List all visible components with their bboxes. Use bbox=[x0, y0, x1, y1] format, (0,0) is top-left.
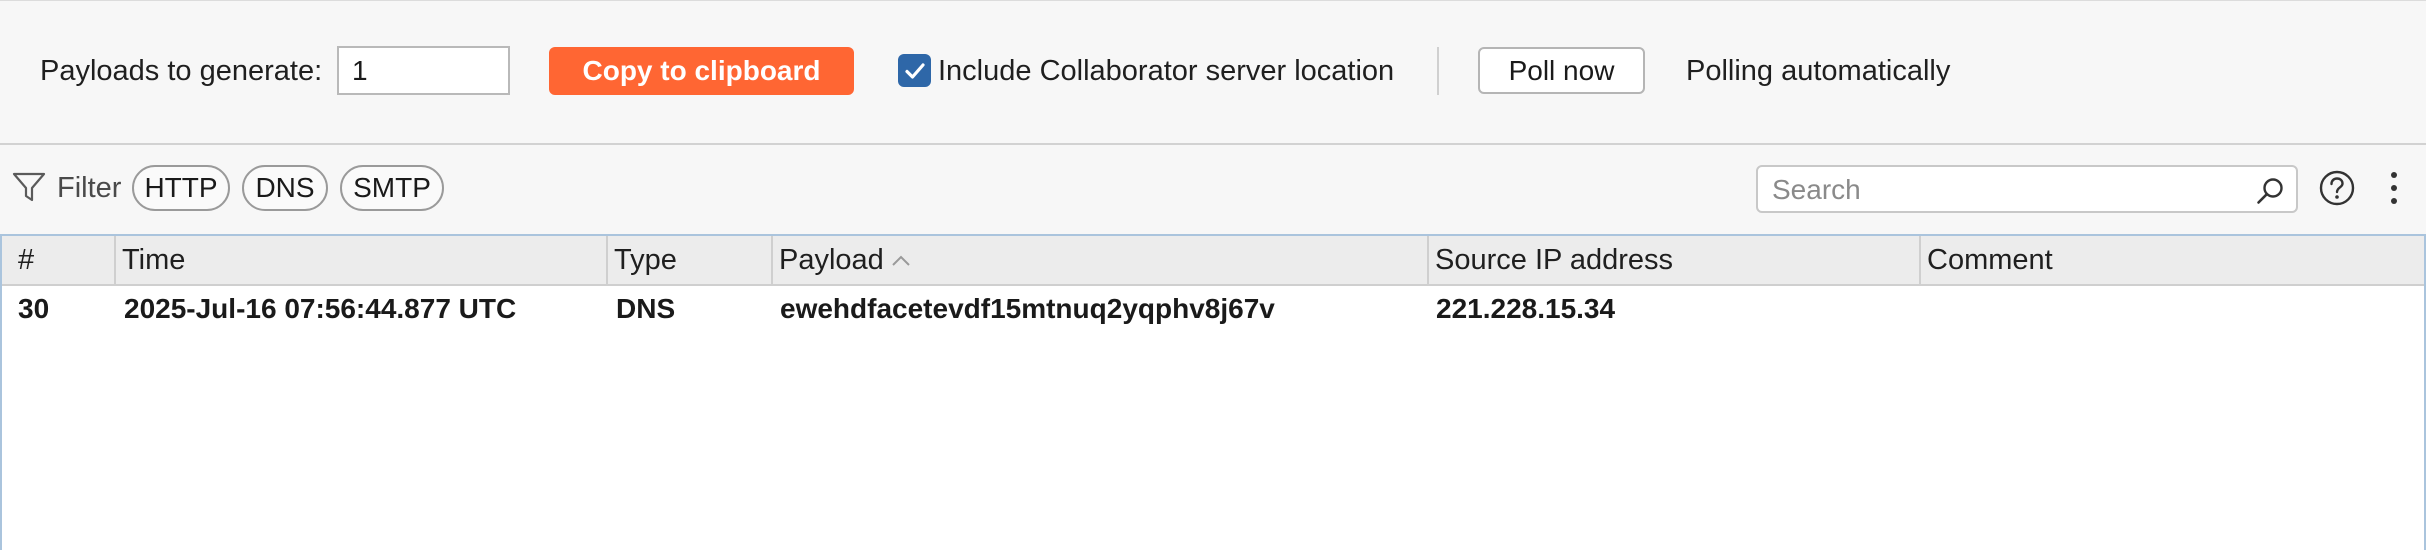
cell-number: 30 bbox=[18, 293, 50, 324]
column-header-number[interactable]: # bbox=[2, 236, 116, 284]
search-input[interactable] bbox=[1772, 172, 2242, 208]
cell-source-ip: 221.228.15.34 bbox=[1436, 293, 1616, 324]
cell-time: 2025-Jul-16 07:56:44.877 UTC bbox=[124, 293, 517, 324]
poll-now-button[interactable]: Poll now bbox=[1478, 47, 1645, 94]
column-header-time[interactable]: Time bbox=[116, 236, 608, 284]
interactions-table: # Time Type Payload Source IP address Co… bbox=[0, 234, 2426, 550]
filter-bar: Filter HTTP DNS SMTP bbox=[0, 145, 2426, 234]
column-header-payload[interactable]: Payload bbox=[773, 236, 1429, 284]
filter-chip-http[interactable]: HTTP bbox=[132, 165, 230, 211]
column-header-comment[interactable]: Comment bbox=[1921, 236, 2424, 284]
copy-to-clipboard-button[interactable]: Copy to clipboard bbox=[549, 47, 854, 95]
column-header-type[interactable]: Type bbox=[608, 236, 773, 284]
include-location-checkbox[interactable] bbox=[898, 54, 931, 87]
payloads-count-input[interactable] bbox=[337, 46, 510, 95]
vertical-dots-icon[interactable] bbox=[2384, 169, 2404, 207]
payloads-label: Payloads to generate: bbox=[40, 55, 323, 87]
cell-payload: ewehdfacetevdf15mtnuq2yqphv8j67v bbox=[780, 293, 1275, 324]
funnel-icon[interactable] bbox=[11, 169, 47, 205]
include-location-label[interactable]: Include Collaborator server location bbox=[938, 53, 1394, 89]
filter-chip-smtp[interactable]: SMTP bbox=[340, 165, 444, 211]
cell-type: DNS bbox=[616, 293, 676, 324]
polling-status: Polling automatically bbox=[1686, 55, 1951, 87]
table-row[interactable]: 30 2025-Jul-16 07:56:44.877 UTC DNS eweh… bbox=[2, 286, 2424, 332]
column-header-source-ip[interactable]: Source IP address bbox=[1429, 236, 1921, 284]
cell-comment bbox=[1913, 286, 2416, 332]
filter-label[interactable]: Filter bbox=[57, 170, 121, 206]
magnifier-icon[interactable] bbox=[2254, 175, 2286, 207]
filter-chip-dns[interactable]: DNS bbox=[242, 165, 328, 211]
toolbar-divider bbox=[1437, 47, 1439, 95]
help-icon[interactable] bbox=[2318, 169, 2356, 207]
search-box[interactable] bbox=[1756, 165, 2298, 213]
checkmark-icon bbox=[904, 62, 925, 79]
table-header: # Time Type Payload Source IP address Co… bbox=[2, 236, 2424, 286]
collaborator-toolbar: Payloads to generate: Copy to clipboard … bbox=[0, 0, 2426, 145]
sort-ascending-icon bbox=[892, 255, 910, 267]
payload-header-label: Payload bbox=[779, 244, 884, 276]
